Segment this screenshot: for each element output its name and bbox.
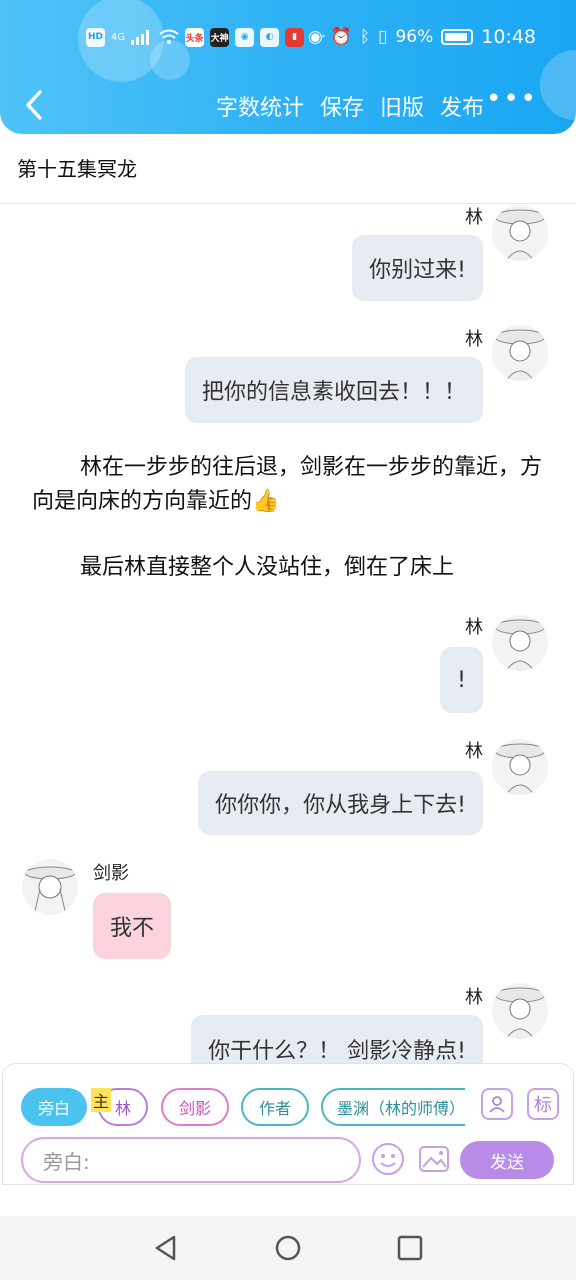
word-count-button[interactable]: 字数统计 <box>216 90 304 122</box>
message-bubble[interactable]: 你干什么？！ 剑影冷静点! <box>191 1015 483 1063</box>
message-bubble[interactable]: 你别过来! <box>352 235 483 301</box>
clock: 10:48 <box>481 26 536 48</box>
app-header: HD 4G 头条 大神 ◉ ◐ ▮ ··· ◉ ⏰ ᛒ ▯ 96% 10:48 … <box>0 0 576 134</box>
send-button[interactable]: 发送 <box>460 1141 554 1179</box>
back-nav-icon[interactable] <box>152 1234 180 1262</box>
vibrate-icon: ▯ <box>378 27 388 47</box>
avatar-lin[interactable] <box>492 983 548 1039</box>
narration-text[interactable]: 最后林直接整个人没站住，倒在了床上 <box>32 551 548 585</box>
avatar-lin[interactable] <box>492 739 548 795</box>
system-nav-bar <box>0 1216 576 1280</box>
save-button[interactable]: 保存 <box>320 90 364 122</box>
sender-name: 剑影 <box>93 863 129 884</box>
message-bubble[interactable]: ! <box>440 647 483 713</box>
role-chip-mentor[interactable]: 墨渊（林的师傅） <box>321 1088 465 1126</box>
add-role-icon[interactable] <box>481 1088 513 1120</box>
sender-name: 林 <box>465 987 483 1008</box>
wifi-icon <box>159 29 179 44</box>
chapter-title[interactable]: 第十五集冥龙 <box>0 134 576 204</box>
avatar-lin[interactable] <box>492 205 548 261</box>
recents-nav-icon[interactable] <box>396 1234 424 1262</box>
tag-button[interactable]: 标 <box>527 1088 559 1120</box>
bulb-icon: ◉ <box>235 27 255 47</box>
battery-icon <box>441 29 474 45</box>
app-icon: ◐ <box>260 27 280 47</box>
chevron-left-icon[interactable] <box>22 88 46 122</box>
message-bubble[interactable]: 我不 <box>93 893 172 959</box>
avatar-lin[interactable] <box>492 325 548 381</box>
message-input[interactable]: 旁白: <box>21 1137 361 1183</box>
publish-button[interactable]: 发布 <box>440 90 484 122</box>
dashen-icon: 大神 <box>210 27 230 47</box>
narration-text[interactable]: 林在一步步的往后退，剑影在一步步的靠近，方向是向床的方向靠近的👍 <box>32 451 548 519</box>
toolbar: 字数统计 保存 旧版 发布 ••• <box>0 80 576 130</box>
message-bubble[interactable]: 你你你，你从我身上下去! <box>198 771 483 835</box>
image-icon[interactable] <box>417 1142 451 1176</box>
chat-area[interactable]: 林 你别过来! 林 把你的信息素收回去！！！ 林在一步步的往后退，剑影在一步步的… <box>0 205 576 1063</box>
role-chip-jianying[interactable]: 剑影 <box>161 1088 229 1126</box>
sender-name: 林 <box>465 741 483 762</box>
bluetooth-icon: ᛒ <box>359 27 371 47</box>
role-chip-narrator[interactable]: 旁白 <box>21 1088 87 1126</box>
signal-4g-icon: 4G <box>111 31 126 43</box>
main-role-badge: 主 <box>91 1088 111 1112</box>
avatar-lin[interactable] <box>492 615 548 671</box>
composer-panel: 旁白 林 主 剑影 作者 墨渊（林的师傅） 标 旁白: 发送 <box>2 1063 574 1185</box>
message-bubble[interactable]: 把你的信息素收回去！！！ <box>184 357 483 423</box>
sender-name: 林 <box>465 617 483 638</box>
home-nav-icon[interactable] <box>274 1234 302 1262</box>
sender-name: 林 <box>465 329 483 350</box>
old-version-button[interactable]: 旧版 <box>380 90 424 122</box>
book-icon: ▮ <box>285 27 305 47</box>
avatar-jianying[interactable] <box>22 859 78 915</box>
emoji-icon[interactable] <box>371 1142 405 1176</box>
role-chip-author[interactable]: 作者 <box>241 1088 309 1126</box>
signal-icon <box>131 30 150 45</box>
more-menu-icon[interactable]: ••• <box>486 84 538 114</box>
eye-icon: ◉ <box>307 27 323 47</box>
hd-icon: HD <box>86 27 105 47</box>
status-bar: HD 4G 头条 大神 ◉ ◐ ▮ ··· ◉ ⏰ ᛒ ▯ 96% 10:48 <box>0 20 576 54</box>
sender-name: 林 <box>465 207 483 228</box>
alarm-icon: ⏰ <box>330 27 352 47</box>
battery-percent: 96% <box>395 27 434 47</box>
toutiao-icon: 头条 <box>185 27 205 47</box>
